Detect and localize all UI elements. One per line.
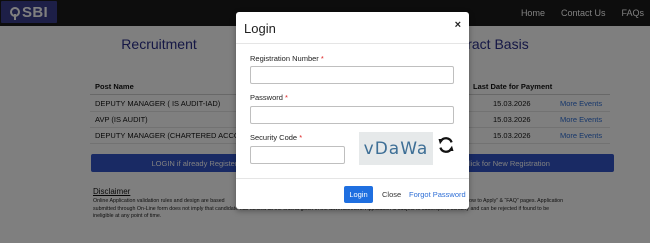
password-input[interactable]	[250, 106, 454, 124]
required-mark: *	[285, 93, 288, 102]
close-button[interactable]: Close	[382, 190, 401, 199]
login-modal: Login × Registration Number * Password *…	[236, 12, 469, 209]
refresh-icon[interactable]	[437, 136, 455, 154]
required-mark: *	[299, 133, 303, 142]
modal-title: Login	[244, 21, 276, 36]
close-icon[interactable]: ×	[455, 18, 461, 32]
registration-label-text: Registration Number	[250, 54, 319, 63]
captcha-image: vDaWa	[359, 132, 433, 165]
forgot-password-link[interactable]: Forgot Password	[409, 190, 466, 199]
captcha-text: vDaWa	[363, 138, 429, 159]
registration-number-input[interactable]	[250, 66, 454, 84]
security-label-text: Security Code	[250, 133, 298, 142]
password-label: Password *	[250, 93, 288, 102]
login-button[interactable]: Login	[344, 186, 373, 203]
required-mark: *	[320, 54, 324, 63]
security-code-label: Security Code *	[250, 133, 302, 142]
registration-number-label: Registration Number *	[250, 54, 324, 63]
modal-footer: Login Close Forgot Password	[236, 178, 469, 210]
modal-header: Login ×	[236, 12, 469, 44]
security-code-input[interactable]	[250, 146, 345, 164]
password-label-text: Password	[250, 93, 283, 102]
